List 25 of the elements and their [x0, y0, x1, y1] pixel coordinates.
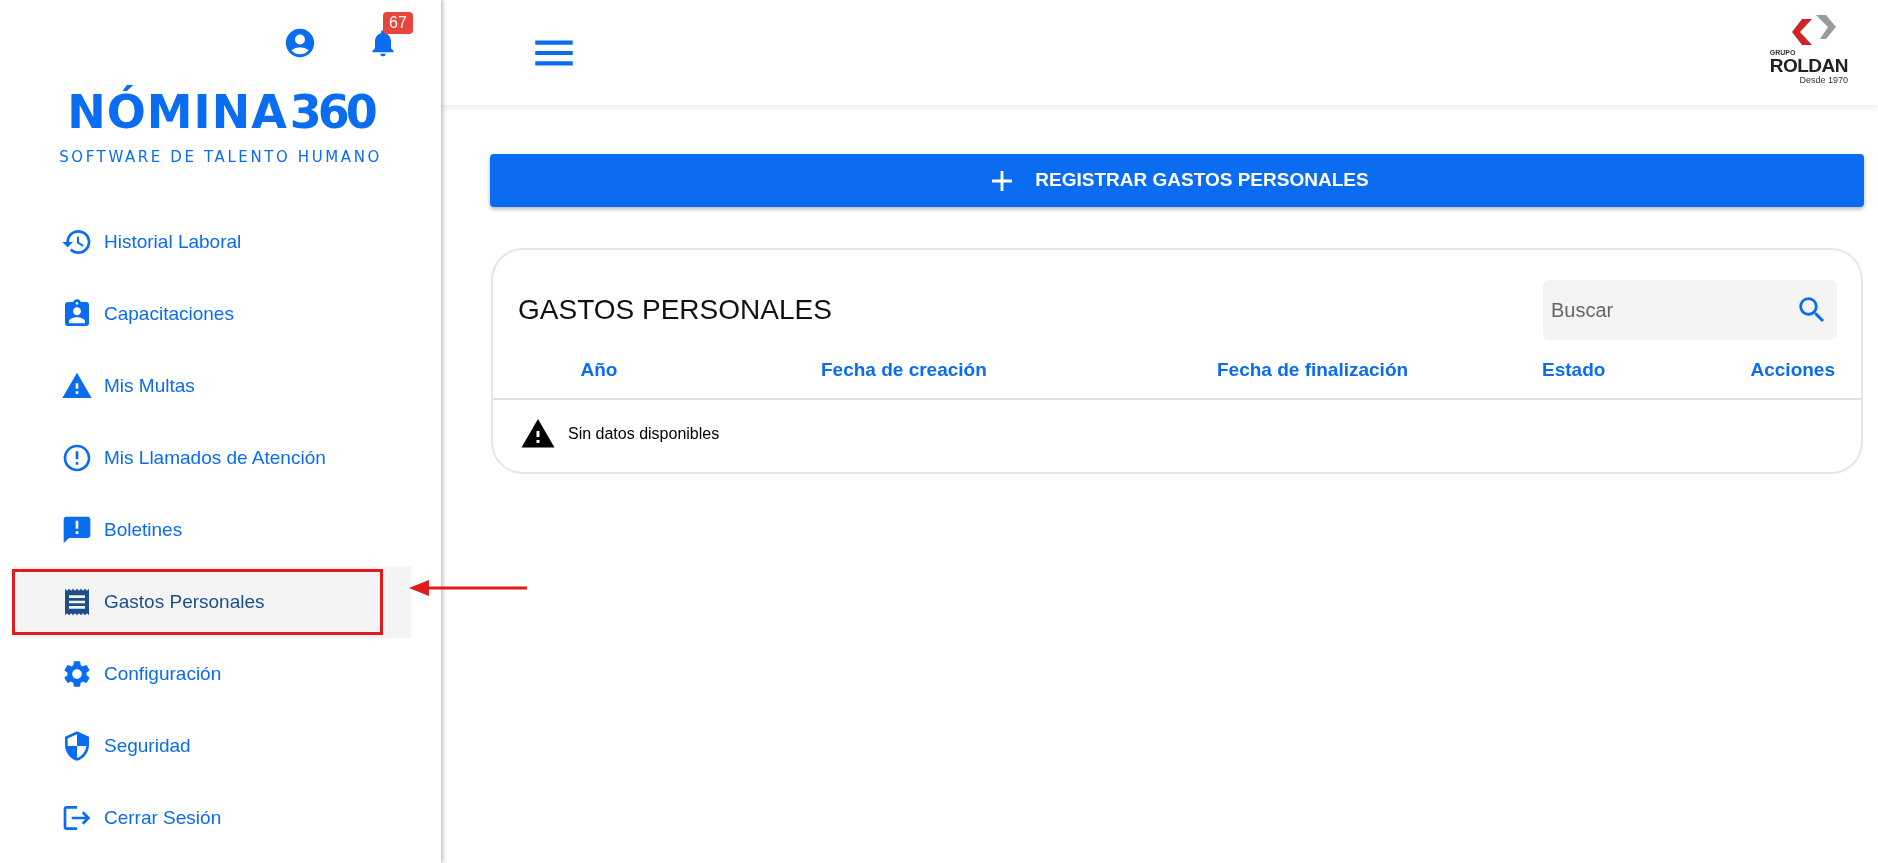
brand-name: ROLDAN [1769, 55, 1848, 75]
register-button[interactable]: REGISTRAR GASTOS PERSONALES [490, 154, 1864, 207]
empty-message: Sin datos disponibles [568, 424, 720, 444]
column-header: Año [579, 357, 619, 382]
column-header: Estado [1542, 357, 1607, 382]
user-account-icon[interactable] [283, 26, 317, 60]
table-title: GASTOS PERSONALES [518, 293, 832, 327]
sidebar-item[interactable]: Mis Multas [14, 350, 411, 422]
sidebar-item[interactable]: Gastos Personales [14, 566, 411, 638]
search-field[interactable]: Buscar [1543, 280, 1837, 340]
notification-badge: 67 [383, 12, 413, 34]
column-header: Fecha de creación [820, 357, 988, 382]
sidebar-item[interactable]: Mis Llamados de Atención [14, 422, 411, 494]
sidebar-item[interactable]: Historial Laboral [14, 206, 411, 278]
sidebar-item[interactable]: Configuración [14, 638, 411, 710]
logo-wordmark: NÓMINA [67, 84, 288, 141]
brand-since: Desde 1970 [1799, 75, 1848, 85]
column-header: Fecha de finalización [1217, 357, 1410, 382]
logo-number: 360 [289, 84, 374, 141]
column-header: Acciones [1749, 357, 1836, 382]
sidebar-item[interactable]: Capacitaciones [14, 278, 411, 350]
sidebar-item[interactable]: Cerrar Sesión [14, 782, 411, 854]
sidebar-item[interactable]: Boletines [14, 494, 411, 566]
sidebar-item[interactable]: Seguridad [14, 710, 411, 782]
logo-tagline: SOFTWARE DE TALENTO HUMANO [59, 146, 382, 168]
